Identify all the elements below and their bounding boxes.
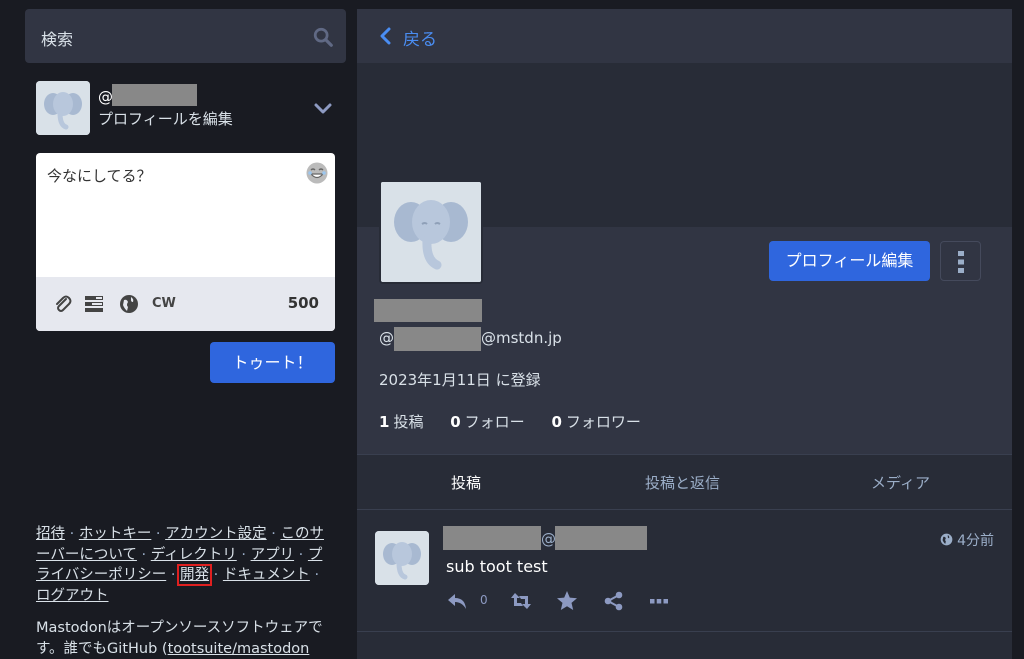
search-bar[interactable]: 検索	[25, 9, 346, 63]
avatar[interactable]	[36, 81, 90, 135]
footer-links: 招待 · ホットキー · アカウント設定 · このサーバーについて · ディレク…	[36, 526, 324, 604]
posts-count[interactable]: 1 投稿	[379, 413, 423, 431]
footer-link-docs[interactable]: ドキュメント	[223, 567, 310, 583]
globe-icon	[940, 533, 953, 546]
redacted-status-display-name	[443, 526, 541, 550]
footer-link-hotkeys[interactable]: ホットキー	[79, 526, 152, 542]
share-icon[interactable]	[603, 590, 625, 612]
content-warning-toggle[interactable]: CW	[152, 296, 176, 311]
joined-date: 2023年1月11日 に登録	[379, 371, 541, 389]
paperclip-icon[interactable]	[53, 294, 73, 314]
status-timestamp[interactable]: 4分前	[940, 530, 994, 550]
account-acct-prefix: @	[379, 329, 394, 347]
account-menu-button[interactable]	[940, 241, 981, 281]
profile-avatar[interactable]	[379, 180, 483, 284]
search-input[interactable]: 検索	[41, 26, 73, 50]
elephant-avatar-icon	[36, 81, 90, 135]
footer-repo-link[interactable]: tootsuite/mastodon	[168, 641, 310, 657]
chevron-down-icon[interactable]	[312, 98, 334, 120]
footer-link-invite[interactable]: 招待	[36, 526, 65, 542]
back-label: 戻る	[403, 30, 437, 50]
column-back-button[interactable]: 戻る	[357, 9, 1012, 63]
following-count-label: フォロー	[464, 413, 525, 431]
star-icon[interactable]	[556, 590, 578, 612]
account-handle: @	[98, 88, 113, 106]
reply-count: 0	[480, 593, 488, 607]
boost-icon[interactable]	[510, 590, 532, 612]
poll-icon[interactable]	[84, 294, 104, 314]
footer-link-develop[interactable]: 開発	[177, 564, 213, 586]
redacted-status-acct	[555, 526, 647, 550]
chevron-left-icon	[380, 27, 391, 45]
footer-link-logout[interactable]: ログアウト	[36, 588, 109, 604]
compose-form: 今なにしてる？ CW 500	[36, 153, 335, 331]
followers-count-label: フォロワー	[565, 413, 641, 431]
tab-posts[interactable]: 投稿	[451, 472, 481, 493]
following-count-value: 0	[450, 413, 461, 431]
account-counts: 1 投稿 0 フォロー 0 フォロワー	[379, 411, 663, 432]
tab-posts-and-replies[interactable]: 投稿と返信	[645, 472, 720, 493]
footer-link-apps[interactable]: アプリ	[251, 547, 295, 563]
elephant-avatar-icon	[375, 531, 429, 585]
account-acct-domain: @mstdn.jp	[481, 329, 562, 347]
elephant-avatar-icon	[381, 182, 481, 282]
edit-profile-button[interactable]: プロフィール編集	[769, 241, 930, 281]
edit-profile-link[interactable]: プロフィールを編集	[98, 108, 233, 129]
more-horizontal-icon[interactable]	[648, 590, 670, 612]
reply-icon[interactable]	[446, 590, 468, 612]
more-vertical-icon	[958, 251, 964, 273]
account-tabs: 投稿 投稿と返信 メディア	[357, 454, 1012, 510]
status-avatar[interactable]	[375, 531, 429, 585]
account-column: 戻る プロフィール編集 @ @mstdn.jp 2023年1月11日 に登録 1…	[357, 9, 1012, 659]
redacted-username	[112, 84, 197, 106]
posts-count-label: 投稿	[393, 413, 424, 431]
followers-count-value: 0	[551, 413, 562, 431]
emoji-picker-icon[interactable]	[305, 161, 329, 185]
redacted-acct	[394, 327, 481, 351]
status-time-label: 4分前	[957, 533, 994, 549]
search-icon[interactable]	[312, 26, 334, 48]
footer-link-directory[interactable]: ディレクトリ	[151, 547, 237, 563]
character-counter: 500	[287, 294, 319, 312]
footer-link-account-settings[interactable]: アカウント設定	[165, 526, 267, 542]
compose-textarea[interactable]: 今なにしてる？	[47, 165, 152, 186]
followers-count[interactable]: 0 フォロワー	[551, 413, 640, 431]
tab-media[interactable]: メディア	[871, 472, 930, 493]
posts-count-value: 1	[379, 413, 390, 431]
redacted-display-name	[374, 299, 482, 322]
status-content: sub toot test	[446, 557, 548, 576]
status-item[interactable]: @ 4分前 sub toot test 0	[357, 510, 1012, 632]
toot-button[interactable]: トゥート！	[210, 342, 335, 383]
footer-about: Mastodonはオープンソースソフトウェアです。誰でもGitHub (toot…	[36, 618, 336, 659]
following-count[interactable]: 0 フォロー	[450, 413, 524, 431]
compose-toolbar: CW 500	[36, 277, 335, 331]
globe-icon[interactable]	[119, 294, 139, 314]
status-acct-separator: @	[541, 530, 556, 548]
